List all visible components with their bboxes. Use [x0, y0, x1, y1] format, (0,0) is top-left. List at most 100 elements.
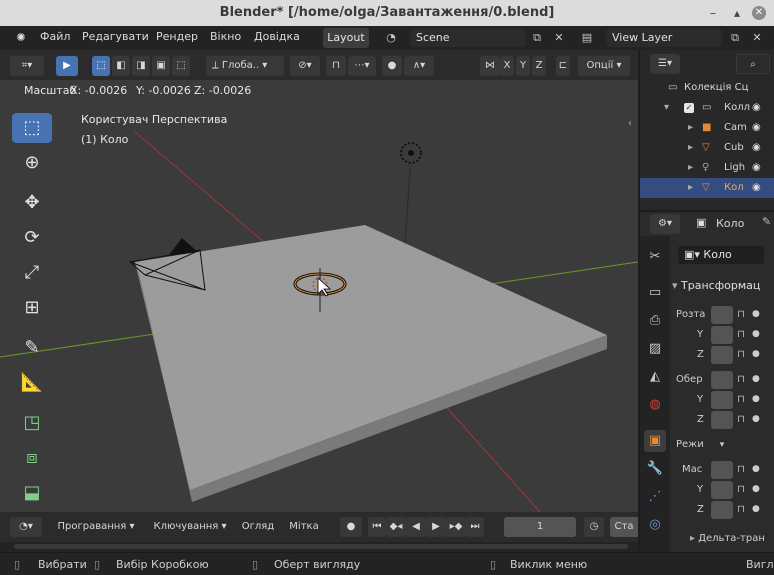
select-tool-icon[interactable]: ⬚: [12, 113, 52, 143]
annotate-tool-icon[interactable]: ✎: [12, 333, 52, 363]
view-layer-icon[interactable]: ▤: [578, 29, 596, 47]
transform-tool-icon[interactable]: ⊞: [12, 293, 52, 323]
maximize-icon[interactable]: ▴: [730, 6, 744, 20]
modifier-tab-icon[interactable]: 🔧: [644, 458, 666, 480]
keyframe-dot-icon[interactable]: ●: [752, 464, 760, 474]
next-keyframe-icon[interactable]: ▸◆: [446, 517, 466, 537]
lock-icon[interactable]: ⊓: [735, 374, 747, 386]
workspace-tab-layout[interactable]: Layout: [323, 28, 369, 48]
axis-z-toggle[interactable]: Z: [532, 56, 546, 76]
copy-view-layer-icon[interactable]: ⧉: [726, 29, 744, 47]
extrude-tool-icon[interactable]: ⧈: [12, 443, 52, 473]
timeline-editor-icon[interactable]: ◔▾: [10, 517, 42, 537]
record-icon[interactable]: ●: [340, 517, 362, 537]
playback-dropdown[interactable]: Програвання ▾: [50, 517, 142, 537]
tool-tab-icon[interactable]: ✂: [644, 246, 666, 268]
menu-edit[interactable]: Редагувати: [82, 30, 149, 43]
proportional-edit-icon[interactable]: ●: [382, 56, 402, 76]
lock-icon[interactable]: ⊓: [735, 484, 747, 496]
play-icon[interactable]: ▶: [426, 517, 446, 537]
remove-scene-icon[interactable]: ✕: [550, 29, 568, 47]
snap-target-icon[interactable]: ⋯▾: [348, 56, 376, 76]
menu-help[interactable]: Довідка: [254, 30, 300, 43]
transform-orientation-dropdown[interactable]: ⟂ Глоба.. ▾: [206, 56, 284, 76]
output-tab-icon[interactable]: ⎙: [644, 310, 666, 332]
lock-icon[interactable]: ⊓: [735, 394, 747, 406]
minimize-icon[interactable]: –: [706, 6, 720, 20]
timeline-scrub-area[interactable]: [0, 542, 638, 552]
location-y-field[interactable]: [711, 326, 733, 344]
select-box-intersect-icon[interactable]: ⬚: [172, 56, 190, 76]
visibility-eye-icon[interactable]: ◉: [752, 178, 761, 198]
select-mode-icon[interactable]: ▶: [56, 56, 78, 76]
copy-scene-icon[interactable]: ⧉: [528, 29, 546, 47]
location-z-field[interactable]: [711, 346, 733, 364]
visibility-eye-icon[interactable]: ◉: [752, 118, 761, 138]
keying-dropdown[interactable]: Ключування ▾: [146, 517, 234, 537]
current-frame-field[interactable]: 1: [504, 517, 576, 537]
rotate-tool-icon[interactable]: ⟳: [12, 223, 52, 253]
transform-panel-header[interactable]: ▾ Трансформац: [672, 276, 774, 296]
keyframe-dot-icon[interactable]: ●: [752, 329, 760, 339]
keyframe-dot-icon[interactable]: ●: [752, 374, 760, 384]
outliner-item-collection[interactable]: ▾ ✓ ▭ Колл ◉: [640, 98, 774, 118]
keyframe-dot-icon[interactable]: ●: [752, 309, 760, 319]
outliner-item-light[interactable]: ▸ ♀ Ligh ◉: [640, 158, 774, 178]
axis-x-toggle[interactable]: X: [500, 56, 514, 76]
menu-file[interactable]: Файл: [40, 30, 70, 43]
select-box-extend-icon[interactable]: ◧: [112, 56, 130, 76]
keyframe-dot-icon[interactable]: ●: [752, 484, 760, 494]
close-icon[interactable]: ✕: [752, 6, 766, 20]
expand-arrow-icon[interactable]: ▸: [688, 118, 693, 138]
outliner-search-icon[interactable]: ⌕: [736, 54, 770, 74]
view-menu[interactable]: Огляд: [238, 517, 278, 537]
location-x-field[interactable]: [711, 306, 733, 324]
sidebar-toggle-icon[interactable]: ‹: [628, 118, 638, 132]
keyframe-dot-icon[interactable]: ●: [752, 394, 760, 404]
stopwatch-icon[interactable]: ◷: [584, 517, 604, 537]
start-frame-field[interactable]: Ста: [610, 517, 638, 537]
select-box-subtract-icon[interactable]: ◨: [132, 56, 150, 76]
outliner-item-circle[interactable]: ▸ ▽ Кол ◉: [640, 178, 774, 198]
exclude-checkbox[interactable]: ✓: [684, 103, 694, 113]
rotation-mode-dropdown[interactable]: ▾: [711, 436, 733, 454]
rotation-z-field[interactable]: [711, 411, 733, 429]
lock-icon[interactable]: ⊓: [735, 504, 747, 516]
editor-type-icon[interactable]: ⌗▾: [10, 56, 44, 76]
options-dropdown[interactable]: Опції ▾: [578, 56, 630, 76]
keyframe-dot-icon[interactable]: ●: [752, 504, 760, 514]
scale-z-field[interactable]: [711, 501, 733, 519]
3d-viewport[interactable]: Користувач Перспектива (1) Коло Масштаб …: [0, 80, 638, 512]
scale-tool-icon[interactable]: ⤢: [12, 258, 52, 288]
particles-tab-icon[interactable]: ⋰: [644, 486, 666, 508]
world-tab-icon[interactable]: ◍: [644, 394, 666, 416]
visibility-eye-icon[interactable]: ◉: [752, 158, 761, 178]
scale-x-field[interactable]: [711, 461, 733, 479]
lock-icon[interactable]: ⊓: [735, 464, 747, 476]
visibility-eye-icon[interactable]: ◉: [752, 138, 761, 158]
axis-y-toggle[interactable]: Y: [516, 56, 530, 76]
expand-arrow-icon[interactable]: ▸: [688, 138, 693, 158]
object-tab-icon[interactable]: ▣: [644, 430, 666, 452]
object-name-field[interactable]: ▣▾ Коло: [678, 246, 764, 264]
select-box-new-icon[interactable]: ⬚: [92, 56, 110, 76]
jump-end-icon[interactable]: ⏭: [466, 517, 484, 537]
expand-arrow-icon[interactable]: ▸: [688, 158, 693, 178]
mirror-icon[interactable]: ⋈: [480, 56, 500, 76]
blender-logo-icon[interactable]: ✺: [12, 29, 30, 47]
snap-icon[interactable]: ⊓: [326, 56, 346, 76]
keyframe-dot-icon[interactable]: ●: [752, 414, 760, 424]
outliner-scene-collection[interactable]: ▭ Колекція Сц: [640, 78, 774, 98]
outliner-item-camera[interactable]: ▸ ■ Cam ◉: [640, 118, 774, 138]
marker-menu[interactable]: Мітка: [284, 517, 324, 537]
pin-icon[interactable]: ✎: [762, 215, 771, 228]
move-tool-icon[interactable]: ✥: [12, 188, 52, 218]
outliner-display-icon[interactable]: ☰▾: [650, 54, 680, 74]
measure-tool-icon[interactable]: 📐: [12, 368, 52, 398]
lock-icon[interactable]: ⊓: [735, 414, 747, 426]
add-cube-tool-icon[interactable]: ◳: [12, 408, 52, 438]
jump-start-icon[interactable]: ⏮: [368, 517, 386, 537]
keyframe-dot-icon[interactable]: ●: [752, 349, 760, 359]
inset-tool-icon[interactable]: ⬓: [12, 478, 52, 508]
cursor-tool-icon[interactable]: ⊕: [12, 148, 52, 178]
